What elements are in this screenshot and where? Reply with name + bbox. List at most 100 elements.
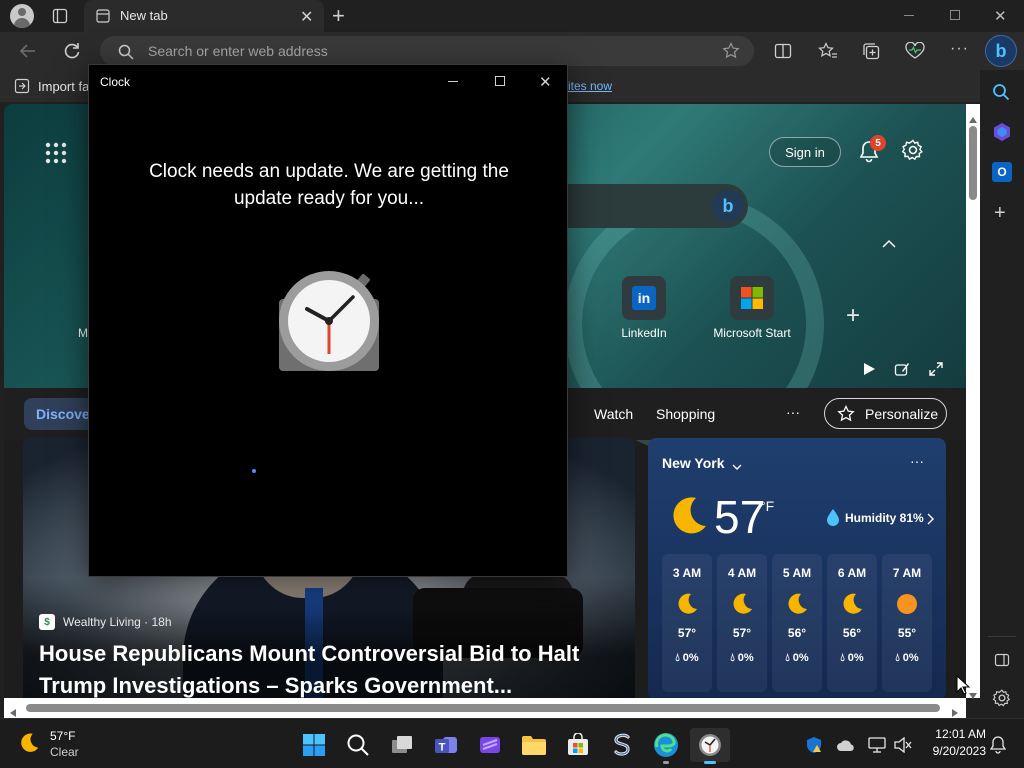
edit-background-icon[interactable] [894, 361, 910, 382]
new-tab-icon [96, 9, 110, 23]
humidity-drop-icon [826, 508, 840, 531]
refresh-icon[interactable] [62, 41, 82, 66]
taskbar-clock[interactable]: 12:01 AM 9/20/2023 [920, 727, 986, 758]
notification-center-icon[interactable] [989, 736, 1007, 759]
microsoft-store-icon[interactable] [558, 728, 598, 762]
temperature-unit: °F [760, 498, 775, 514]
personalize-button[interactable]: Personalize [824, 398, 947, 429]
close-tab-icon[interactable]: ✕ [300, 7, 313, 27]
hourly-forecast-item[interactable]: 5 AM 56° 💧︎ 0% [772, 554, 822, 692]
sidebar-hide-icon[interactable] [994, 652, 1010, 673]
moon-icon [730, 592, 754, 616]
file-explorer-icon[interactable] [514, 728, 554, 762]
teams-icon[interactable]: T [426, 728, 466, 762]
expand-icon[interactable] [928, 361, 944, 382]
start-button[interactable] [294, 728, 334, 762]
copilot-bing-icon[interactable]: b [985, 35, 1017, 67]
scroll-down-arrow-icon[interactable] [969, 686, 977, 704]
web-search-box[interactable]: b [544, 184, 748, 228]
scrollbar-thumb[interactable] [969, 126, 977, 200]
workspaces-icon[interactable] [52, 8, 68, 24]
split-screen-icon[interactable] [774, 42, 792, 65]
bing-search-icon[interactable]: b [712, 190, 744, 222]
hourly-forecast-item[interactable]: 4 AM 57° 💧︎ 0% [717, 554, 767, 692]
favorites-icon[interactable] [818, 42, 838, 65]
taskbar-search-icon[interactable] [338, 728, 378, 762]
sharex-icon[interactable] [602, 728, 642, 762]
back-icon[interactable] [18, 41, 38, 66]
quick-link-linkedin[interactable]: in LinkedIn [616, 274, 672, 354]
defender-warning-icon[interactable] [805, 736, 823, 759]
city-chevron-down-icon[interactable] [732, 458, 742, 476]
personalize-star-icon [837, 404, 855, 428]
notifications-bell-icon[interactable]: 5 [858, 135, 886, 169]
import-favorites-now-link[interactable]: ites now [568, 79, 612, 93]
horizontal-scrollbar-thumb[interactable] [26, 704, 940, 712]
volume-muted-icon[interactable] [894, 736, 912, 758]
hourly-forecast-item[interactable]: 3 AM 57° 💧︎ 0% [662, 554, 712, 692]
new-tab-button[interactable]: + [332, 3, 345, 29]
sign-in-button[interactable]: Sign in [769, 137, 841, 167]
horizontal-scrollbar[interactable] [4, 698, 966, 718]
sidebar-settings-gear-icon[interactable] [992, 689, 1011, 712]
sign-in-label: Sign in [785, 144, 825, 160]
collapse-chevron-icon[interactable] [882, 236, 896, 254]
app-launcher-icon[interactable] [45, 142, 67, 169]
add-quick-link-icon[interactable]: + [846, 302, 860, 330]
tab-new-tab[interactable]: New tab ✕ [84, 0, 324, 32]
precip-drop-icon: 💧︎ [675, 652, 680, 664]
tab-shopping[interactable]: Shopping [656, 406, 715, 422]
news-headline[interactable]: House Republicans Mount Controversial Bi… [39, 638, 629, 698]
microsoft-start-icon-tile [730, 276, 774, 320]
mouse-cursor-icon [956, 674, 971, 700]
network-icon[interactable] [868, 737, 886, 758]
active-app-indicator [663, 761, 669, 764]
sidebar-search-icon[interactable] [992, 83, 1010, 106]
quick-link-microsoft-start[interactable]: Microsoft Start [706, 274, 798, 354]
sidebar-add-icon[interactable]: + [994, 202, 1006, 225]
profile-avatar[interactable] [10, 4, 34, 28]
humidity[interactable]: Humidity 81% [845, 511, 924, 525]
weather-city[interactable]: New York [662, 455, 725, 471]
weather-card[interactable]: New York ··· 57 °F Humidity 81% 3 AM 57°… [648, 438, 946, 698]
clock-app-window[interactable]: Clock ✕ Clock needs an update. We are ge… [88, 64, 568, 577]
clock-minimize-button[interactable] [448, 81, 458, 82]
address-placeholder: Search or enter web address [148, 43, 328, 59]
clock-close-button[interactable]: ✕ [539, 73, 552, 91]
clock-update-message: Clock needs an update. We are getting th… [149, 161, 509, 209]
onedrive-icon[interactable] [836, 738, 856, 757]
search-icon [118, 44, 134, 65]
clipchamp-icon[interactable] [470, 728, 510, 762]
weather-more-button[interactable]: ··· [910, 453, 924, 469]
edge-sidebar: O + [980, 70, 1024, 718]
hourly-forecast-item[interactable]: 6 AM 56° 💧︎ 0% [827, 554, 877, 692]
clock-maximize-button[interactable] [495, 76, 505, 86]
microsoft-start-icon [741, 287, 763, 309]
browser-essentials-icon[interactable] [904, 41, 926, 65]
tab-watch[interactable]: Watch [594, 406, 633, 422]
clock-taskbar-icon[interactable] [690, 728, 730, 764]
vertical-scrollbar[interactable] [966, 104, 980, 699]
quick-link-label: LinkedIn [621, 326, 667, 340]
humidity-chevron-icon[interactable] [926, 512, 934, 530]
sidebar-copilot-icon[interactable] [992, 122, 1012, 147]
collections-icon[interactable] [862, 42, 880, 65]
address-bar[interactable]: Search or enter web address [100, 36, 754, 66]
minimize-button[interactable] [904, 15, 914, 16]
task-view-icon[interactable] [382, 728, 422, 762]
taskbar-weather-temp: 57°F [50, 729, 76, 743]
taskbar-weather-widget[interactable]: 57°F Clear [14, 725, 104, 763]
import-favorites-link[interactable]: Import fa [38, 79, 89, 94]
play-video-icon[interactable] [862, 362, 876, 381]
moon-icon [675, 592, 699, 616]
precip-drop-icon: 💧︎ [785, 652, 790, 664]
close-window-button[interactable]: ✕ [994, 7, 1007, 25]
restore-button[interactable] [950, 10, 960, 20]
feed-more-button[interactable]: ··· [786, 404, 800, 420]
settings-more-icon[interactable]: ··· [950, 40, 969, 58]
edge-browser-icon[interactable] [646, 728, 686, 764]
favorite-star-icon[interactable] [722, 42, 740, 65]
hourly-forecast-item[interactable]: 7 AM 55° 💧︎ 0% [882, 554, 932, 692]
sidebar-outlook-icon[interactable]: O [992, 162, 1012, 182]
page-settings-gear-icon[interactable] [901, 139, 924, 166]
